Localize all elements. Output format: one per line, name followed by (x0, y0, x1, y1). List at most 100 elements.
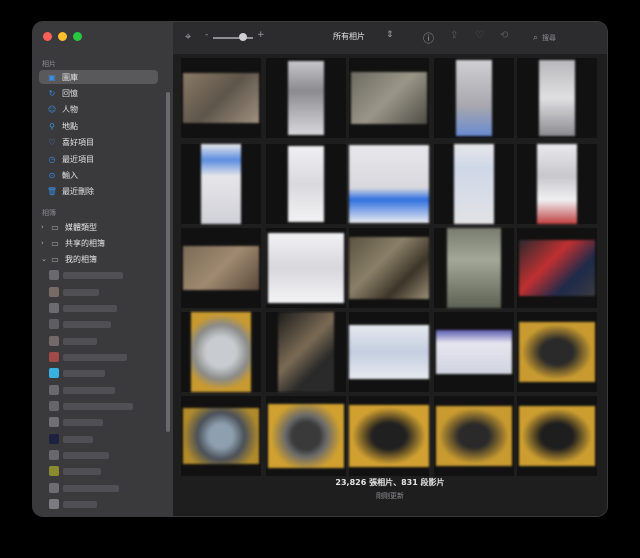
photo-thumbnail[interactable] (349, 228, 429, 308)
photo-thumbnail[interactable] (517, 396, 597, 476)
trash-icon: 🗑 (46, 186, 58, 196)
album-name-redacted[interactable] (63, 436, 93, 443)
sidebar-item-label: 我的相簿 (65, 254, 97, 264)
chevron-updown-icon[interactable]: ⇕ (386, 30, 394, 40)
photo-thumbnail[interactable] (266, 312, 346, 392)
album-thumbnail[interactable] (49, 450, 59, 460)
photo-thumbnail[interactable] (181, 58, 261, 138)
chevron-down-icon[interactable]: ⌄ (41, 255, 49, 263)
album-name-redacted[interactable] (63, 370, 105, 377)
toolbar: ⌖ - + 所有相片 ⇕ ⓘ ⇪ ♡ ⟲ ⌕ 搜尋 (173, 22, 607, 54)
album-thumbnail[interactable] (49, 336, 59, 346)
photo-thumbnail[interactable] (266, 228, 346, 308)
photo-thumbnail[interactable] (266, 396, 346, 476)
share-icon[interactable]: ⇪ (450, 30, 458, 41)
album-thumbnail[interactable] (49, 385, 59, 395)
photo-thumbnail[interactable] (266, 58, 346, 138)
photo-thumbnail[interactable] (181, 228, 261, 308)
photo-thumbnail[interactable] (517, 312, 597, 392)
search-field[interactable]: ⌕ 搜尋 (533, 30, 601, 45)
album-name-redacted[interactable] (63, 419, 103, 426)
import-icon: ⊙ (48, 170, 56, 180)
album-thumbnail[interactable] (49, 401, 59, 411)
album-name-redacted[interactable] (63, 305, 117, 312)
album-name-redacted[interactable] (63, 501, 97, 508)
people-icon: ☺ (47, 104, 57, 114)
photo-thumbnail[interactable] (517, 228, 597, 308)
photo-thumbnail[interactable] (517, 58, 597, 138)
photo-thumbnail[interactable] (349, 312, 429, 392)
zoom-slider-track[interactable] (213, 37, 253, 39)
photos-window: 相片 ▣ 圖庫 ↻ 回憶 ☺ 人物 ⚲ 地點 ♡ 喜好項目 ◷ 最近項目 ⊙ 輸… (33, 22, 607, 516)
sidebar-item-imports[interactable]: ⊙ 輸入 (39, 168, 158, 182)
album-name-redacted[interactable] (63, 452, 109, 459)
sidebar-item-my-albums[interactable]: ⌄ ▭ 我的相簿 (39, 252, 158, 266)
chevron-right-icon[interactable]: › (41, 223, 49, 231)
photo-thumbnail[interactable] (349, 396, 429, 476)
album-thumbnail[interactable] (49, 368, 59, 378)
sidebar-item-memories[interactable]: ↻ 回憶 (39, 86, 158, 100)
album-name-redacted[interactable] (63, 403, 133, 410)
photo-thumbnail[interactable] (349, 144, 429, 224)
album-name-redacted[interactable] (63, 272, 123, 279)
heart-icon[interactable]: ♡ (475, 30, 484, 41)
sidebar: 相片 ▣ 圖庫 ↻ 回憶 ☺ 人物 ⚲ 地點 ♡ 喜好項目 ◷ 最近項目 ⊙ 輸… (33, 22, 173, 516)
album-thumbnail[interactable] (49, 287, 59, 297)
sidebar-item-label: 最近項目 (62, 154, 94, 164)
sidebar-item-label: 媒體類型 (65, 222, 97, 232)
album-name-redacted[interactable] (63, 289, 99, 296)
window-controls (43, 32, 82, 41)
zoom-out-icon[interactable]: - (205, 30, 208, 40)
sidebar-item-favorites[interactable]: ♡ 喜好項目 (39, 135, 158, 149)
sidebar-item-recents[interactable]: ◷ 最近項目 (39, 152, 158, 166)
album-thumbnail[interactable] (49, 270, 59, 280)
album-thumbnail[interactable] (49, 319, 59, 329)
crop-fit-icon[interactable]: ⌖ (185, 30, 191, 44)
memories-icon: ↻ (48, 88, 56, 98)
zoom-button[interactable] (73, 32, 82, 41)
album-thumbnail[interactable] (49, 434, 59, 444)
heart-icon: ♡ (48, 137, 56, 147)
view-selector[interactable]: 所有相片 (333, 31, 365, 42)
album-thumbnail[interactable] (49, 303, 59, 313)
album-thumbnail[interactable] (49, 499, 59, 509)
zoom-in-icon[interactable]: + (257, 30, 265, 40)
photo-thumbnail[interactable] (266, 144, 346, 224)
info-icon[interactable]: ⓘ (423, 30, 434, 46)
photo-thumbnail[interactable] (434, 228, 514, 308)
shared-albums-icon: ▭ (51, 238, 59, 248)
photo-thumbnail[interactable] (181, 144, 261, 224)
photo-thumbnail[interactable] (434, 58, 514, 138)
photo-thumbnail[interactable] (434, 396, 514, 476)
album-name-redacted[interactable] (63, 387, 115, 394)
album-name-redacted[interactable] (63, 468, 101, 475)
album-name-redacted[interactable] (63, 354, 127, 361)
album-thumbnail[interactable] (49, 417, 59, 427)
album-name-redacted[interactable] (63, 321, 111, 328)
photo-thumbnail[interactable] (181, 396, 261, 476)
album-thumbnail[interactable] (49, 466, 59, 476)
album-name-redacted[interactable] (63, 338, 97, 345)
album-name-redacted[interactable] (63, 485, 119, 492)
sidebar-item-people[interactable]: ☺ 人物 (39, 102, 158, 116)
photo-thumbnail[interactable] (434, 144, 514, 224)
sidebar-item-media-types[interactable]: › ▭ 媒體類型 (39, 220, 158, 234)
photo-thumbnail[interactable] (434, 312, 514, 392)
sidebar-scrollbar[interactable] (166, 92, 170, 432)
photo-thumbnail[interactable] (181, 312, 261, 392)
sidebar-item-places[interactable]: ⚲ 地點 (39, 119, 158, 133)
album-thumbnail[interactable] (49, 483, 59, 493)
minimize-button[interactable] (58, 32, 67, 41)
sidebar-item-shared-albums[interactable]: › ▭ 共享的相簿 (39, 236, 158, 250)
album-thumbnail[interactable] (49, 352, 59, 362)
sidebar-item-library[interactable]: ▣ 圖庫 (39, 70, 158, 84)
photo-thumbnail[interactable] (517, 144, 597, 224)
main-content: ⌖ - + 所有相片 ⇕ ⓘ ⇪ ♡ ⟲ ⌕ 搜尋 23,826 張相片、831… (173, 22, 607, 516)
photo-thumbnail[interactable] (349, 58, 429, 138)
sidebar-item-label: 人物 (62, 104, 78, 114)
rotate-icon[interactable]: ⟲ (500, 30, 508, 41)
close-button[interactable] (43, 32, 52, 41)
sidebar-item-recently-deleted[interactable]: 🗑 最近刪除 (39, 184, 158, 198)
zoom-slider-knob[interactable] (239, 33, 247, 41)
chevron-right-icon[interactable]: › (41, 239, 49, 247)
